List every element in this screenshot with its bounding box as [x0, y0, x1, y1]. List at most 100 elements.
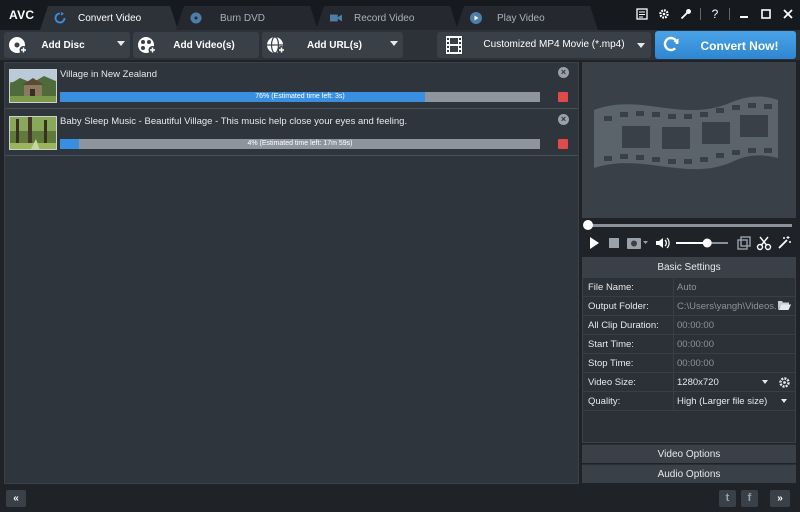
tab-label: Convert Video [78, 12, 142, 24]
start-time-field[interactable]: 00:00:00 [673, 335, 793, 353]
video-size-select[interactable]: 1280x720 [673, 373, 771, 391]
title-bar: AVC Convert Video Burn DVD Record Video [0, 0, 800, 30]
camera-icon [330, 12, 342, 24]
add-urls-button[interactable]: Add URL(s) [262, 32, 403, 58]
gear-icon[interactable] [778, 376, 791, 392]
file-title: Village in New Zealand [60, 69, 157, 80]
basic-settings-panel: Basic Settings File Name: Auto Output Fo… [582, 257, 796, 443]
tab-play-video[interactable]: Play Video [456, 6, 598, 30]
list-item[interactable]: Baby Sleep Music - Beautiful Village - T… [5, 110, 578, 156]
tab-label: Play Video [497, 12, 545, 24]
video-options-button[interactable]: Video Options [582, 444, 796, 463]
stop-conversion-icon[interactable] [558, 139, 568, 149]
maximize-icon[interactable] [758, 6, 774, 22]
toolbar: Add Disc Add Video(s) Add URL(s) Customi… [0, 30, 800, 60]
gear-icon[interactable] [656, 6, 672, 22]
setting-label: Output Folder: [588, 301, 649, 312]
volume-icon[interactable] [654, 235, 670, 251]
refresh-icon [54, 12, 66, 24]
file-name-field[interactable]: Auto [673, 278, 793, 296]
video-thumbnail [9, 116, 57, 150]
seek-handle[interactable] [583, 220, 593, 230]
tab-label: Burn DVD [220, 12, 266, 24]
setting-row-stop-time: Stop Time: 00:00:00 [583, 354, 795, 373]
refresh-icon [661, 35, 681, 55]
snapshot-icon[interactable] [626, 235, 648, 251]
chevron-down-icon[interactable] [781, 399, 787, 403]
expand-panel-button[interactable]: » [770, 490, 790, 507]
setting-row-file-name: File Name: Auto [583, 278, 795, 297]
chevron-down-icon[interactable] [762, 380, 768, 384]
output-format-select[interactable]: Customized MP4 Movie (*.mp4) [437, 32, 651, 58]
stop-icon[interactable] [606, 235, 622, 251]
disc-icon [190, 12, 202, 24]
play-icon[interactable] [586, 235, 602, 251]
seek-slider[interactable] [582, 219, 796, 231]
copy-icon[interactable] [736, 235, 752, 251]
footer-bar: « t f » [0, 486, 800, 512]
setting-row-output-folder: Output Folder: C:\Users\yangh\Videos... [583, 297, 795, 316]
conversion-progress-bar: 76% (Estimated time left: 3s) [60, 92, 540, 102]
film-strip-placeholder-icon [594, 96, 778, 170]
list-item[interactable]: Village in New Zealand 76% (Estimated ti… [5, 63, 578, 109]
film-strip-icon [444, 35, 464, 55]
chevron-down-icon [637, 43, 645, 48]
file-title: Baby Sleep Music - Beautiful Village - T… [60, 116, 408, 127]
magic-wand-icon[interactable] [776, 235, 792, 251]
window-controls: ? [634, 6, 796, 22]
key-icon[interactable] [678, 6, 694, 22]
folder-open-icon[interactable] [778, 300, 791, 314]
setting-row-all-clip-duration: All Clip Duration: 00:00:00 [583, 316, 795, 335]
app-logo: AVC [9, 8, 35, 22]
setting-label: Video Size: [588, 377, 636, 388]
tab-convert-video[interactable]: Convert Video [40, 6, 178, 30]
add-disc-label: Add Disc [41, 39, 85, 51]
progress-text: 76% (Estimated time left: 3s) [255, 93, 345, 100]
add-urls-label: Add URL(s) [307, 39, 362, 51]
tab-record-video[interactable]: Record Video [316, 6, 458, 30]
all-clip-duration-value: 00:00:00 [673, 316, 793, 334]
add-disc-button[interactable]: Add Disc [4, 32, 130, 58]
progress-text: 4% (Estimated time left: 17m 59s) [247, 140, 353, 147]
setting-label: Start Time: [588, 339, 634, 350]
add-videos-button[interactable]: Add Video(s) [133, 32, 259, 58]
register-icon[interactable] [634, 6, 650, 22]
seek-track[interactable] [586, 224, 792, 227]
player-controls [582, 232, 796, 254]
output-format-label: Customized MP4 Movie (*.mp4) [483, 39, 625, 50]
setting-label: File Name: [588, 282, 634, 293]
stop-conversion-icon[interactable] [558, 92, 568, 102]
convert-now-button[interactable]: Convert Now! [655, 31, 796, 59]
minimize-icon[interactable] [736, 6, 752, 22]
setting-label: Stop Time: [588, 358, 634, 369]
tab-burn-dvd[interactable]: Burn DVD [176, 6, 318, 30]
setting-row-video-size: Video Size: 1280x720 [583, 373, 795, 392]
setting-row-start-time: Start Time: 00:00:00 [583, 335, 795, 354]
volume-slider[interactable] [674, 235, 730, 251]
setting-label: Quality: [588, 396, 621, 407]
twitter-icon[interactable]: t [719, 490, 736, 507]
scissors-icon[interactable] [756, 235, 772, 251]
help-icon[interactable]: ? [707, 6, 723, 22]
stop-time-field[interactable]: 00:00:00 [673, 354, 793, 372]
chevron-down-icon[interactable] [390, 41, 398, 46]
audio-options-button[interactable]: Audio Options [582, 464, 796, 483]
tab-label: Record Video [354, 12, 415, 24]
remove-item-icon[interactable]: × [558, 67, 569, 78]
output-folder-field[interactable]: C:\Users\yangh\Videos... [673, 297, 777, 315]
remove-item-icon[interactable]: × [558, 114, 569, 125]
close-icon[interactable] [780, 6, 796, 22]
add-videos-label: Add Video(s) [173, 39, 235, 51]
file-list: Village in New Zealand 76% (Estimated ti… [4, 62, 579, 484]
quality-select[interactable]: High (Larger file size) [673, 392, 793, 410]
video-preview [582, 62, 796, 218]
basic-settings-header[interactable]: Basic Settings [583, 258, 795, 278]
setting-row-quality: Quality: High (Larger file size) [583, 392, 795, 411]
collapse-panel-button[interactable]: « [6, 490, 26, 507]
play-icon [470, 12, 482, 24]
conversion-progress-bar: 4% (Estimated time left: 17m 59s) [60, 139, 540, 149]
video-thumbnail [9, 69, 57, 103]
chevron-down-icon[interactable] [117, 41, 125, 46]
facebook-icon[interactable]: f [741, 490, 758, 507]
app-window: AVC Convert Video Burn DVD Record Video [0, 0, 800, 512]
